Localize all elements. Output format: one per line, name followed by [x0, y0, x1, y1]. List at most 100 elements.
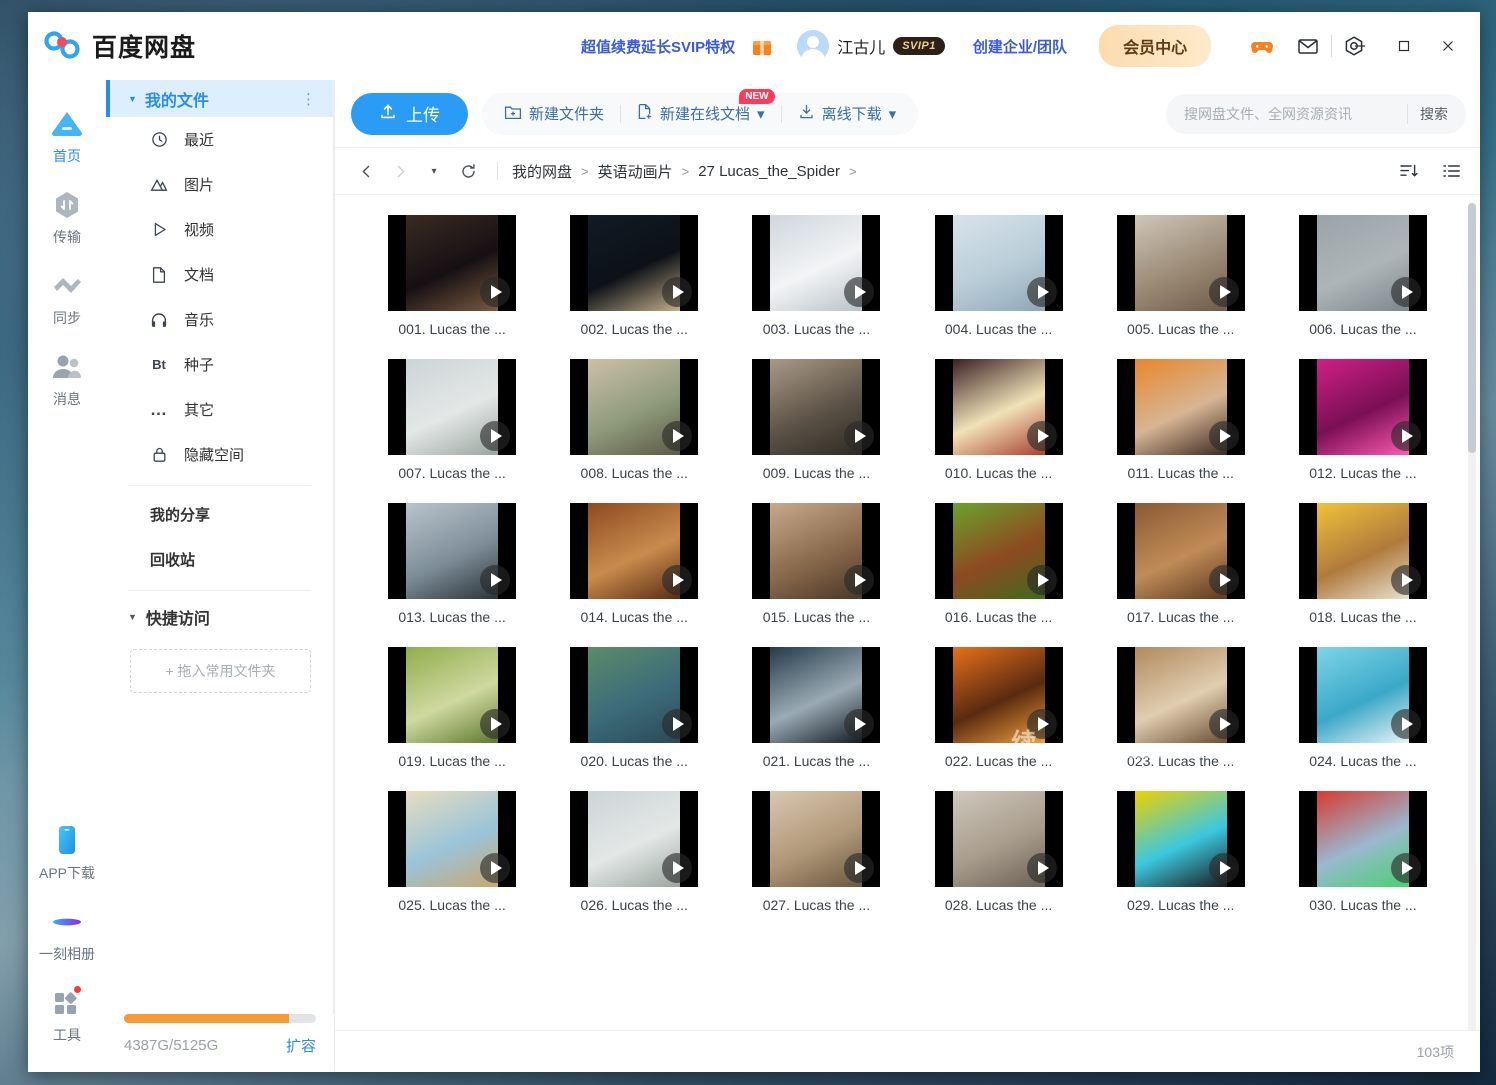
file-thumbnail[interactable] — [570, 791, 698, 887]
file-thumbnail[interactable] — [935, 647, 1063, 743]
play-icon[interactable] — [844, 421, 874, 451]
file-item[interactable]: 007. Lucas the ... — [361, 359, 543, 481]
play-icon[interactable] — [1027, 421, 1057, 451]
play-icon[interactable] — [844, 565, 874, 595]
rail-item-sync[interactable]: 同步 — [28, 258, 106, 339]
play-icon[interactable] — [1391, 565, 1421, 595]
play-icon[interactable] — [1209, 565, 1239, 595]
file-thumbnail[interactable] — [388, 215, 516, 311]
sidebar-item-my-shares[interactable]: 我的分享 — [106, 492, 333, 537]
vertical-scrollbar[interactable] — [1468, 203, 1476, 1030]
search-button[interactable]: 搜索 — [1407, 104, 1460, 124]
file-thumbnail[interactable] — [1117, 215, 1245, 311]
upload-button[interactable]: 上传 — [351, 93, 468, 135]
play-icon[interactable] — [480, 709, 510, 739]
file-thumbnail[interactable] — [1117, 647, 1245, 743]
play-icon[interactable] — [662, 421, 692, 451]
play-icon[interactable] — [480, 565, 510, 595]
rail-item-album[interactable]: 一刻相册 — [28, 894, 106, 975]
file-thumbnail[interactable] — [935, 503, 1063, 599]
gift-icon[interactable] — [749, 33, 775, 59]
file-item[interactable]: 011. Lucas the ... — [1090, 359, 1272, 481]
play-icon[interactable] — [1027, 565, 1057, 595]
play-icon[interactable] — [1027, 277, 1057, 307]
file-item[interactable]: 023. Lucas the ... — [1090, 647, 1272, 769]
breadcrumb-item-0[interactable]: 我的网盘 — [512, 161, 572, 182]
file-thumbnail[interactable] — [388, 503, 516, 599]
forward-button[interactable] — [385, 156, 415, 186]
offline-download-button[interactable]: 离线下载 ▾ — [782, 93, 913, 135]
file-thumbnail[interactable] — [1299, 791, 1427, 887]
file-thumbnail[interactable] — [1299, 215, 1427, 311]
maximize-button[interactable] — [1382, 26, 1426, 66]
file-thumbnail[interactable] — [570, 503, 698, 599]
play-icon[interactable] — [1209, 709, 1239, 739]
sort-icon[interactable] — [1394, 156, 1424, 186]
file-thumbnail[interactable] — [752, 503, 880, 599]
rail-item-transfer[interactable]: 传输 — [28, 177, 106, 258]
sidebar-item-documents[interactable]: 文档 — [106, 252, 333, 297]
minimize-button[interactable] — [1338, 26, 1382, 66]
file-item[interactable]: 001. Lucas the ... — [361, 215, 543, 337]
rail-item-tools[interactable]: 工具 — [28, 975, 106, 1056]
file-thumbnail[interactable] — [570, 647, 698, 743]
file-item[interactable]: 018. Lucas the ... — [1272, 503, 1454, 625]
sidebar-item-quick-access[interactable]: ▼ 快捷访问 — [106, 597, 333, 637]
file-thumbnail[interactable] — [388, 647, 516, 743]
play-icon[interactable] — [662, 565, 692, 595]
play-icon[interactable] — [662, 277, 692, 307]
file-thumbnail[interactable] — [935, 791, 1063, 887]
play-icon[interactable] — [1209, 277, 1239, 307]
file-item[interactable]: 027. Lucas the ... — [725, 791, 907, 913]
sidebar-item-music[interactable]: 音乐 — [106, 297, 333, 342]
file-grid-container[interactable]: 001. Lucas the ...002. Lucas the ...003.… — [335, 195, 1480, 1030]
history-dropdown-button[interactable]: ▾ — [419, 156, 449, 186]
file-thumbnail[interactable] — [935, 215, 1063, 311]
user-chip[interactable]: 江古儿 SVIP1 — [797, 30, 945, 62]
file-item[interactable]: 005. Lucas the ... — [1090, 215, 1272, 337]
file-thumbnail[interactable] — [388, 359, 516, 455]
new-online-doc-button[interactable]: NEW 新建在线文档 ▾ — [621, 93, 781, 135]
file-thumbnail[interactable] — [752, 791, 880, 887]
play-icon[interactable] — [480, 853, 510, 883]
sidebar-item-hidden-space[interactable]: 隐藏空间 — [106, 432, 333, 477]
file-item[interactable]: 025. Lucas the ... — [361, 791, 543, 913]
sidebar-item-my-files[interactable]: ▼ 我的文件 ⋮ — [106, 80, 333, 117]
play-icon[interactable] — [662, 853, 692, 883]
file-item[interactable]: 012. Lucas the ... — [1272, 359, 1454, 481]
file-thumbnail[interactable] — [1117, 791, 1245, 887]
new-folder-button[interactable]: 新建文件夹 — [488, 93, 620, 135]
play-icon[interactable] — [1391, 709, 1421, 739]
play-icon[interactable] — [662, 709, 692, 739]
file-thumbnail[interactable] — [1299, 647, 1427, 743]
vip-center-button[interactable]: 会员中心 — [1099, 25, 1211, 67]
play-icon[interactable] — [1391, 277, 1421, 307]
sidebar-item-other[interactable]: … 其它 — [106, 387, 333, 432]
sidebar-item-torrent[interactable]: Bt 种子 — [106, 342, 333, 387]
play-icon[interactable] — [844, 853, 874, 883]
file-thumbnail[interactable] — [752, 215, 880, 311]
play-icon[interactable] — [1209, 421, 1239, 451]
refresh-button[interactable] — [453, 156, 483, 186]
file-thumbnail[interactable] — [388, 791, 516, 887]
play-icon[interactable] — [844, 709, 874, 739]
file-thumbnail[interactable] — [1117, 503, 1245, 599]
file-thumbnail[interactable] — [1299, 359, 1427, 455]
file-thumbnail[interactable] — [752, 647, 880, 743]
play-icon[interactable] — [1027, 853, 1057, 883]
play-icon[interactable] — [1027, 709, 1057, 739]
sidebar-item-recycle-bin[interactable]: 回收站 — [106, 537, 333, 582]
search-input[interactable] — [1184, 106, 1407, 122]
mail-icon[interactable] — [1295, 33, 1321, 59]
kebab-menu-icon[interactable]: ⋮ — [301, 90, 333, 108]
quick-access-dropzone[interactable]: + 拖入常用文件夹 — [130, 649, 311, 693]
file-item[interactable]: 003. Lucas the ... — [725, 215, 907, 337]
expand-storage-link[interactable]: 扩容 — [286, 1035, 316, 1056]
play-icon[interactable] — [1209, 853, 1239, 883]
file-item[interactable]: 029. Lucas the ... — [1090, 791, 1272, 913]
rail-item-home[interactable]: 首页 — [28, 96, 106, 177]
file-item[interactable]: 013. Lucas the ... — [361, 503, 543, 625]
search-box[interactable]: 搜索 — [1166, 94, 1466, 134]
breadcrumb-item-1[interactable]: 英语动画片 — [598, 161, 673, 182]
play-icon[interactable] — [1391, 853, 1421, 883]
